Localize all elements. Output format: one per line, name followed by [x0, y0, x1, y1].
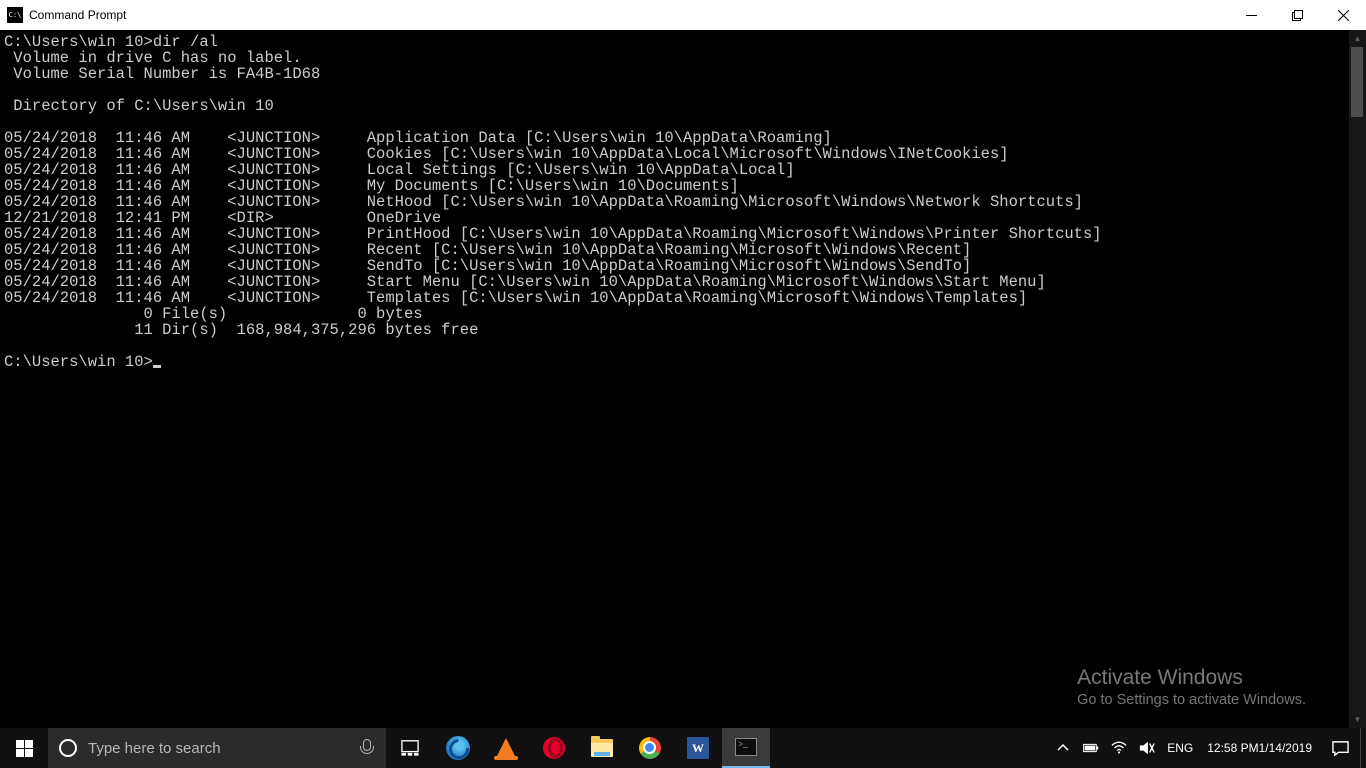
show-desktop-button[interactable] — [1360, 728, 1366, 768]
scroll-thumb[interactable] — [1351, 47, 1363, 117]
tray-date: 1/14/2019 — [1259, 741, 1312, 755]
scroll-up-button[interactable]: ▲ — [1349, 30, 1366, 47]
file-explorer-icon — [591, 739, 613, 757]
taskbar-app-file-explorer[interactable] — [578, 728, 626, 768]
tray-action-center[interactable] — [1320, 728, 1360, 768]
watermark-title: Activate Windows — [1077, 666, 1306, 690]
tray-clock[interactable]: 12:58 PM 1/14/2019 — [1199, 728, 1320, 768]
opera-icon — [543, 737, 565, 759]
cmd-icon: C:\ — [7, 7, 23, 23]
minimize-button[interactable] — [1228, 0, 1274, 30]
taskbar-app-vlc[interactable] — [482, 728, 530, 768]
task-view-button[interactable] — [386, 728, 434, 768]
terminal-scrollbar[interactable]: ▲ ▼ — [1349, 30, 1366, 728]
microphone-icon[interactable] — [346, 739, 386, 757]
tray-battery-icon[interactable] — [1077, 728, 1105, 768]
cortana-icon[interactable] — [48, 739, 88, 757]
taskbar-app-cmd[interactable] — [722, 728, 770, 768]
window-titlebar[interactable]: C:\ Command Prompt — [0, 0, 1366, 30]
taskbar-app-word[interactable]: W — [674, 728, 722, 768]
scroll-down-button[interactable]: ▼ — [1349, 711, 1366, 728]
search-placeholder: Type here to search — [88, 740, 346, 757]
start-button[interactable] — [0, 728, 48, 768]
taskbar: Type here to search W ENG 12:58 PM 1/14/… — [0, 728, 1366, 768]
close-button[interactable] — [1320, 0, 1366, 30]
tray-time: 12:58 PM — [1207, 741, 1258, 755]
vlc-icon — [496, 738, 516, 758]
word-icon: W — [687, 737, 709, 759]
chrome-icon — [639, 737, 661, 759]
maximize-button[interactable] — [1274, 0, 1320, 30]
activate-windows-watermark: Activate Windows Go to Settings to activ… — [1077, 666, 1306, 708]
tray-overflow-button[interactable] — [1049, 728, 1077, 768]
taskbar-app-edge[interactable] — [434, 728, 482, 768]
terminal-cursor — [153, 365, 161, 368]
windows-logo-icon — [16, 740, 33, 757]
scroll-track[interactable] — [1349, 117, 1366, 711]
system-tray: ENG 12:58 PM 1/14/2019 — [1049, 728, 1366, 768]
cmd-taskbar-icon — [735, 738, 757, 756]
tray-volume-icon[interactable] — [1133, 728, 1161, 768]
taskbar-search[interactable]: Type here to search — [48, 728, 386, 768]
tray-wifi-icon[interactable] — [1105, 728, 1133, 768]
tray-language[interactable]: ENG — [1161, 728, 1199, 768]
watermark-subtitle: Go to Settings to activate Windows. — [1077, 692, 1306, 708]
window-title: Command Prompt — [29, 8, 126, 22]
edge-icon — [446, 736, 470, 760]
taskbar-app-chrome[interactable] — [626, 728, 674, 768]
terminal-output[interactable]: C:\Users\win 10>dir /al Volume in drive … — [0, 30, 1349, 728]
terminal-area: C:\Users\win 10>dir /al Volume in drive … — [0, 30, 1366, 728]
taskbar-app-opera[interactable] — [530, 728, 578, 768]
